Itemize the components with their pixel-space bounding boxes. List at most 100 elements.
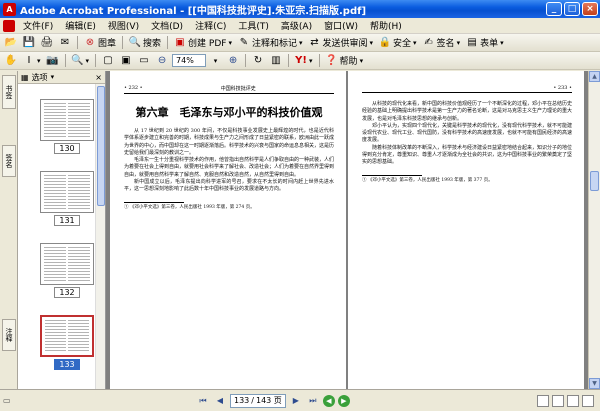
tab-signatures[interactable]: 签名 — [2, 145, 16, 177]
menu-tools[interactable]: 工具(T) — [232, 19, 275, 32]
page-thumbnail[interactable]: 130 — [40, 99, 94, 154]
menu-view[interactable]: 视图(V) — [102, 19, 145, 32]
comment-markup-button[interactable]: ✎ 注释和标记 ▾ — [236, 35, 305, 50]
next-page-icon[interactable]: ▶ — [289, 394, 303, 408]
close-icon[interactable]: × — [95, 73, 102, 82]
create-pdf-button[interactable]: ▣ 创建 PDF ▾ — [172, 35, 234, 50]
previous-view-icon[interactable]: ◀ — [322, 394, 335, 407]
fit-width-icon: ▭ — [139, 55, 149, 66]
print-button[interactable]: 🖨 — [39, 35, 55, 50]
forms-label: 表单 — [480, 39, 499, 49]
reading-mode-button[interactable]: ▥ — [268, 53, 284, 68]
select-tool-button[interactable]: I ▾ — [21, 53, 43, 68]
zoom-in-icon: ⊕ — [228, 55, 238, 66]
chevron-down-icon: ▾ — [359, 56, 364, 65]
review-icon: ⇄ — [310, 37, 319, 48]
scroll-up-icon[interactable]: ▲ — [589, 71, 600, 82]
fit-page-button[interactable]: ▣ — [118, 53, 134, 68]
scrollbar-thumb[interactable] — [97, 86, 105, 206]
stamp-label: 图章 — [98, 39, 117, 49]
facing-icon[interactable] — [567, 394, 579, 407]
next-view-icon[interactable]: ▶ — [337, 394, 350, 407]
continuous-icon[interactable] — [552, 394, 564, 407]
zoom-tool-button[interactable]: 🔍 ▾ — [70, 53, 92, 68]
scrollbar-thumb[interactable] — [590, 171, 599, 191]
page-navigation: ⏮ ◀ 133 / 143 页 ▶ ⏭ ◀ ▶ — [196, 393, 350, 408]
toolbar-separator — [95, 54, 97, 67]
menu-help[interactable]: 帮助(H) — [364, 19, 408, 32]
maximize-button[interactable]: □ — [564, 2, 580, 16]
toolbar-separator — [77, 36, 78, 49]
rotate-button[interactable]: ↻ — [250, 53, 266, 68]
menu-window[interactable]: 窗口(W) — [318, 19, 364, 32]
tab-comments[interactable]: 注释 — [2, 319, 16, 351]
thumbnail-image — [40, 315, 94, 357]
footnote: ① 《邓小平文选》第三卷，人民出版社 1993 年版，第 377 页。 — [362, 177, 493, 183]
forms-button[interactable]: ▤ 表单 ▾ — [464, 35, 506, 50]
send-review-button[interactable]: ⇄ 发送供审阅 ▾ — [306, 35, 375, 50]
zoom-in-button[interactable]: ⊕ — [225, 53, 241, 68]
menu-edit[interactable]: 编辑(E) — [59, 19, 102, 32]
footnote: ① 《邓小平文选》第三卷，人民出版社 1993 年版，第 274 页。 — [124, 204, 255, 210]
sign-button[interactable]: ✍ 签名 ▾ — [421, 35, 463, 50]
document-view[interactable]: • 232 • 中国科技批评史 第六章 毛泽东与邓小平的科技价值观 从 17 世… — [106, 71, 588, 389]
status-bar: ▭ ⏮ ◀ 133 / 143 页 ▶ ⏭ ◀ ▶ — [0, 389, 600, 411]
stamp-icon: ⊗ — [85, 37, 95, 48]
open-button[interactable]: 📂 — [3, 35, 19, 50]
email-button[interactable]: ✉ — [57, 35, 73, 50]
page-thumbnail[interactable]: 131 — [40, 171, 94, 226]
help-button[interactable]: ❓ 帮助 ▾ — [324, 53, 366, 68]
options-menu[interactable]: 选项 — [32, 72, 48, 83]
save-button[interactable]: 💾 — [21, 35, 37, 50]
zoom-out-button[interactable]: ⊖ — [154, 53, 170, 68]
last-page-icon[interactable]: ⏭ — [306, 394, 320, 408]
security-label: 安全 — [393, 39, 412, 49]
chevron-down-icon: ▾ — [309, 56, 313, 65]
page-thumbnail-selected[interactable]: 133 — [40, 315, 94, 370]
toolbar-separator — [318, 54, 320, 67]
minimize-button[interactable]: _ — [546, 2, 562, 16]
page-separator: / — [251, 396, 254, 405]
document-scrollbar[interactable]: ▲ ▼ — [588, 71, 600, 389]
menu-bar: 文件(F) 编辑(E) 视图(V) 文档(D) 注释(C) 工具(T) 高级(A… — [0, 18, 600, 34]
close-button[interactable]: × — [582, 2, 598, 16]
menu-comments[interactable]: 注释(C) — [189, 19, 232, 32]
single-page-icon[interactable] — [537, 394, 549, 407]
email-icon: ✉ — [60, 37, 70, 48]
help-label: 帮助 — [339, 57, 358, 67]
tab-bookmarks[interactable]: 书签 — [2, 75, 16, 109]
window-title: Adobe Acrobat Professional - [[中国科技批评史].… — [20, 5, 367, 17]
yahoo-search-button[interactable]: Y! ▾ — [293, 53, 315, 68]
actual-size-icon: ▢ — [103, 55, 113, 66]
menu-document[interactable]: 文档(D) — [145, 19, 189, 32]
page-number-field[interactable]: 133 / 143 页 — [230, 393, 286, 408]
search-icon: 🔍 — [128, 37, 142, 48]
zoom-dropdown[interactable]: ▾ — [208, 53, 223, 68]
paragraph: 从科技的现代化来看，新中国的科技价值观经历了一个不断深化的过程，邓小平在总结历史… — [362, 101, 573, 122]
snapshot-tool-button[interactable]: 📷 — [45, 53, 61, 68]
first-page-icon[interactable]: ⏮ — [196, 394, 210, 408]
create-pdf-label: 创建 PDF — [188, 39, 227, 49]
fit-width-button[interactable]: ▭ — [136, 53, 152, 68]
continuous-facing-icon[interactable] — [582, 394, 594, 407]
hand-tool-button[interactable]: ✋ — [3, 53, 19, 68]
previous-page-icon[interactable]: ◀ — [213, 394, 227, 408]
acrobat-icon: A — [3, 2, 16, 16]
search-button[interactable]: 🔍 搜索 — [127, 35, 163, 50]
navigation-tabs: 书签 签名 注释 — [0, 71, 18, 389]
chevron-down-icon: ▾ — [500, 38, 504, 47]
scroll-down-icon[interactable]: ▼ — [589, 378, 600, 389]
thumbnail-label: 133 — [54, 359, 80, 370]
thumbnail-scrollbar[interactable] — [95, 84, 105, 389]
toolbar-separator — [64, 54, 66, 67]
page-thumbnail[interactable]: 132 — [40, 243, 94, 298]
menu-advanced[interactable]: 高级(A) — [275, 19, 318, 32]
menu-file[interactable]: 文件(F) — [17, 19, 59, 32]
zoom-level-input[interactable]: 74% — [172, 54, 207, 67]
footnote-rule — [124, 201, 184, 203]
stamp-button[interactable]: ⊗ 图章 — [82, 35, 118, 50]
title-bar: A Adobe Acrobat Professional - [[中国科技批评史… — [0, 0, 600, 18]
actual-size-button[interactable]: ▢ — [100, 53, 116, 68]
thumbnail-image — [40, 171, 94, 213]
security-button[interactable]: 🔒 安全 ▾ — [377, 35, 419, 50]
